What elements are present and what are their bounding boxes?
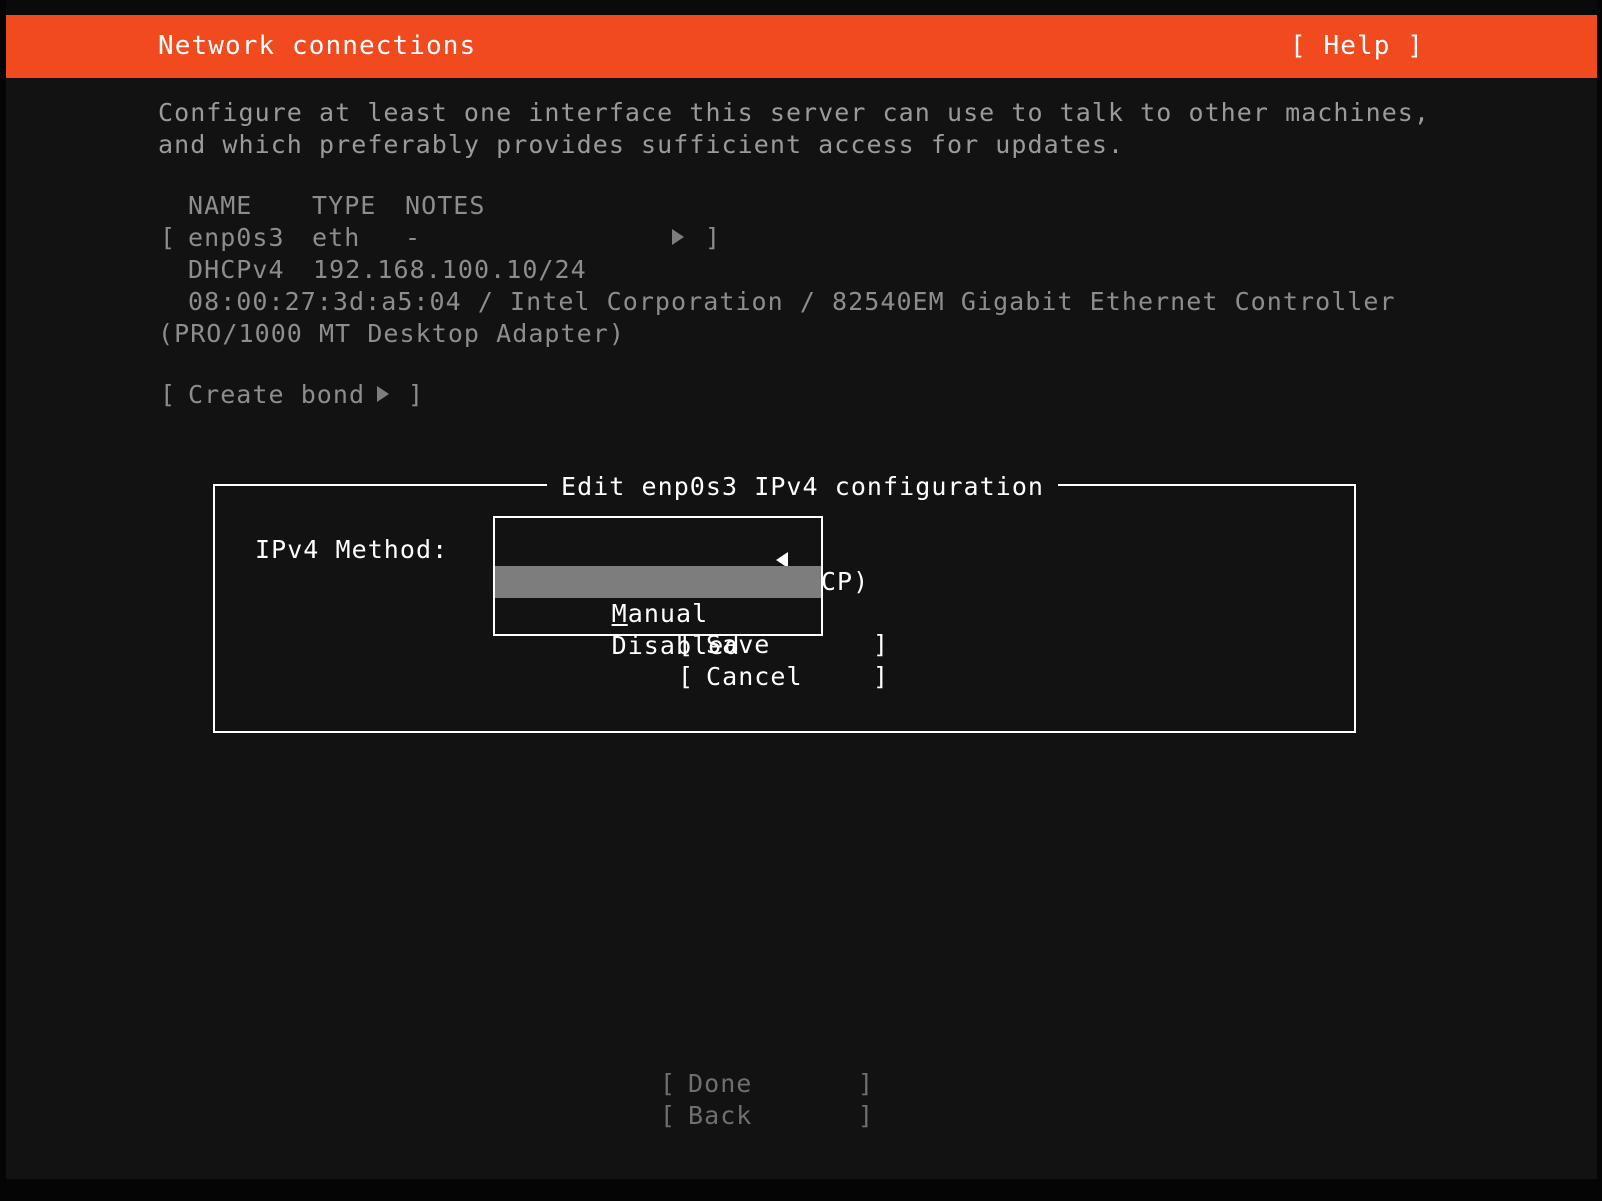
back-button-open-bracket: [ [660,1101,677,1130]
back-button[interactable]: Back [688,1101,752,1130]
column-header-notes: NOTES [405,191,486,220]
dropdown-option-manual[interactable]: Manual [495,566,821,628]
help-button[interactable]: [ Help ] [1290,31,1424,61]
interface-detail-hardware-continued: (PRO/1000 MT Desktop Adapter) [158,319,625,348]
interface-row-open-bracket: [ [160,223,177,252]
screen-letterbox-right [1597,0,1602,1201]
cancel-button-open-bracket: [ [678,662,695,691]
ipv4-method-label: IPv4 Method: [255,535,449,564]
screen-letterbox-left [0,0,6,1201]
done-button[interactable]: Done [688,1069,752,1098]
dropdown-option-disabled[interactable]: Disabled [495,598,821,660]
interface-row-name[interactable]: enp0s3 [188,222,285,254]
dialog-title: Edit enp0s3 IPv4 configuration [547,472,1059,501]
interface-detail-address: 192.168.100.10/24 [313,255,587,284]
app-header-bar: Network connections [ Help ] [0,15,1602,78]
back-button-close-bracket: ] [858,1101,875,1130]
done-button-open-bracket: [ [660,1069,677,1098]
create-bond-open-bracket: [ [160,380,177,409]
interface-detail-protocol: DHCPv4 [188,255,285,284]
dropdown-option-automatic-dhcp[interactable]: Automatic (DHCP) [495,534,868,596]
cancel-button[interactable]: Cancel [706,662,803,691]
triangle-right-icon[interactable] [672,222,684,254]
page-title: Network connections [158,31,477,61]
interface-detail-hardware: 08:00:27:3d:a5:04 / Intel Corporation / … [188,287,1396,316]
done-button-close-bracket: ] [858,1069,875,1098]
create-bond-triangle-right-icon[interactable] [377,379,389,411]
terminal-screen: Network connections [ Help ] Configure a… [0,0,1602,1201]
screen-letterbox-top [0,0,1602,15]
column-header-name: NAME [188,191,253,220]
intro-line-2: and which preferably provides sufficient… [158,130,1125,159]
intro-line-1: Configure at least one interface this se… [158,98,1430,127]
create-bond-button[interactable]: Create bond [188,379,365,411]
save-button-close-bracket: ] [873,630,890,659]
interface-row-type: eth [312,223,361,252]
screen-letterbox-bottom [0,1179,1602,1201]
cancel-button-close-bracket: ] [873,662,890,691]
interface-row-notes: - [405,223,422,252]
column-header-type: TYPE [312,191,377,220]
create-bond-close-bracket: ] [408,380,425,409]
ipv4-method-dropdown[interactable]: Automatic (DHCP) Manual Disabled [493,516,868,660]
interface-row-close-bracket: ] [705,223,722,252]
dropdown-option-disabled-label: Disabled [611,631,741,660]
